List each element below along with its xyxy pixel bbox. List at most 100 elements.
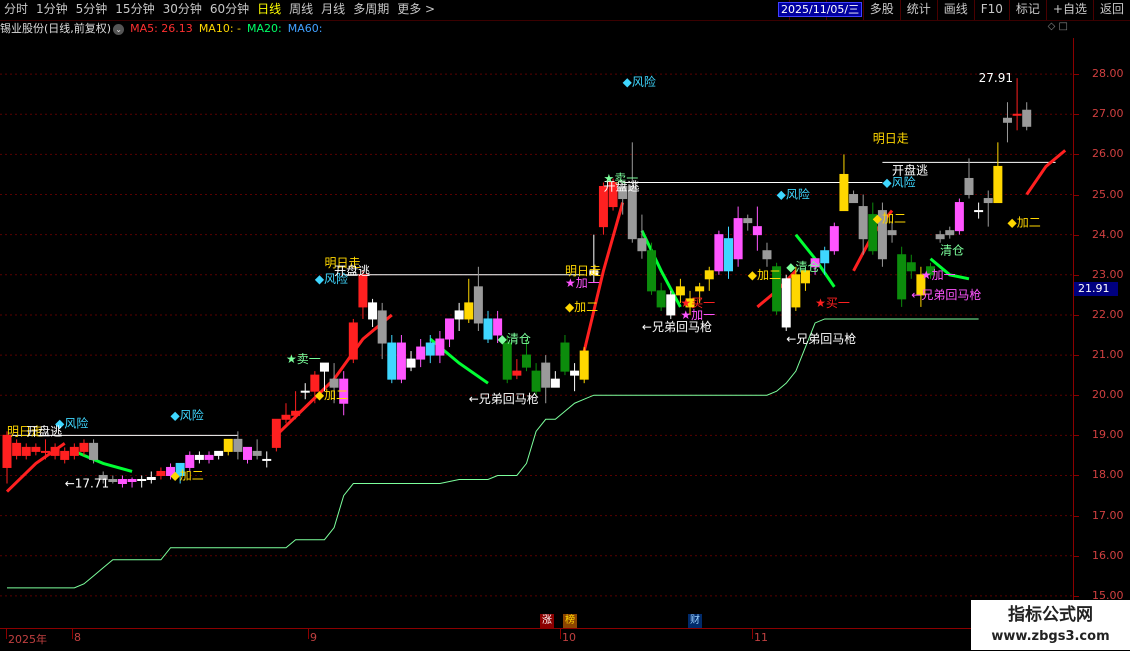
candle-body: [964, 177, 974, 196]
signal-label: 开盘逃: [334, 263, 370, 278]
tool-button-4[interactable]: 画线: [936, 0, 974, 20]
candle-body: [50, 446, 60, 456]
signal-label: ◆清仓: [498, 332, 531, 346]
period-tab-3[interactable]: 15分钟: [111, 0, 158, 20]
candle-body: [550, 378, 560, 388]
signal-label: ◆风险: [777, 187, 810, 202]
candle-body: [849, 194, 859, 204]
candle-body: [839, 173, 849, 212]
candle-body: [156, 470, 166, 476]
period-tab-2[interactable]: 5分钟: [72, 0, 112, 20]
y-tick-label: 20.00: [1092, 388, 1124, 402]
candle-body: [675, 286, 685, 296]
panel-window-icons[interactable]: ◇ □: [1048, 21, 1068, 32]
candle-body: [752, 226, 762, 236]
date-label: 2025年: [8, 633, 47, 646]
signal-label: ←兄弟回马枪: [642, 319, 712, 334]
dropdown-icon[interactable]: ⌄: [113, 23, 125, 35]
candle-body: [300, 390, 310, 393]
y-tick-mark: [1074, 475, 1079, 477]
candle-body: [666, 294, 676, 316]
candle-body: [454, 310, 464, 320]
candle-body: [204, 454, 214, 460]
tool-button-3[interactable]: 统计: [899, 0, 937, 20]
candle-body: [1022, 109, 1032, 127]
date-tick: [560, 629, 561, 639]
period-tab-6[interactable]: 日线: [253, 0, 285, 20]
candle-body: [829, 226, 839, 252]
y-tick-label: 27.00: [1092, 107, 1124, 121]
tool-button-7[interactable]: +自选: [1045, 0, 1093, 20]
candle-body: [252, 450, 262, 456]
candle-body: [348, 322, 358, 360]
downtrend-line: [73, 450, 133, 473]
signal-label: ←兄弟回马枪: [911, 287, 981, 302]
y-tick-mark: [1074, 274, 1079, 276]
cursor-date-label: 2025/11/05/三: [778, 2, 863, 17]
candlestick-chart[interactable]: ◆风险◆风险◆风险◆风险◆风险◆风险明日走明日走明日走明日走开盘逃开盘逃开盘逃开…: [0, 38, 1073, 628]
y-tick-mark: [1074, 114, 1079, 116]
y-tick-mark: [1074, 555, 1079, 557]
candle-body: [695, 286, 705, 292]
event-ranking-icon[interactable]: 榜: [563, 614, 577, 628]
candle-body: [502, 342, 512, 380]
tool-button-8[interactable]: 返回: [1092, 0, 1130, 20]
event-limit-up-icon[interactable]: 涨: [540, 614, 554, 628]
watermark-logo: 指标公式网 www.zbgs3.com: [971, 600, 1130, 650]
date-label: 11: [754, 631, 768, 644]
period-tab-5[interactable]: 60分钟: [206, 0, 253, 20]
candle-body: [445, 318, 455, 340]
signal-label: ←兄弟回马枪: [786, 331, 856, 346]
candle-body: [146, 476, 156, 480]
signal-label: ←兄弟回马枪: [469, 391, 539, 406]
candle-body: [993, 165, 1003, 204]
signal-label: ◆加二: [315, 388, 348, 402]
candle-body: [60, 450, 70, 460]
signal-label: ★卖一: [603, 171, 638, 185]
candle-body: [137, 478, 147, 481]
candle-body: [262, 458, 272, 461]
date-tick: [72, 629, 73, 639]
tool-button-6[interactable]: 标记: [1008, 0, 1046, 20]
period-tab-7[interactable]: 周线: [285, 0, 317, 20]
y-tick-mark: [1074, 154, 1079, 156]
signal-label: ◆清仓: [786, 260, 819, 274]
price-axis: 28.00 27.00 26.00 25.00 24.00 23.00 22.00 21.00…: [1073, 38, 1130, 628]
candle-body: [974, 210, 984, 213]
candle-body: [377, 310, 387, 344]
candle-body: [243, 446, 252, 460]
candle-body: [781, 278, 791, 328]
candle-body: [714, 234, 724, 272]
candle-body: [637, 238, 647, 252]
period-tab-10[interactable]: 更多 >: [393, 0, 439, 20]
period-tab-8[interactable]: 月线: [317, 0, 349, 20]
candle-body: [2, 434, 12, 468]
y-tick-mark: [1074, 74, 1079, 76]
candle-body: [820, 250, 830, 264]
signal-label: 清仓: [940, 244, 964, 258]
y-tick-mark: [1074, 395, 1079, 397]
y-tick-mark: [1074, 355, 1079, 357]
signal-label: ★加一: [921, 268, 956, 282]
candle-body: [647, 250, 657, 292]
period-tab-4[interactable]: 30分钟: [159, 0, 206, 20]
event-finance-icon[interactable]: 财: [688, 614, 702, 628]
candle-body: [531, 370, 541, 392]
signal-label: ◆风险: [171, 407, 204, 422]
period-tab-1[interactable]: 1分钟: [32, 0, 72, 20]
y-tick-label: 17.00: [1092, 508, 1124, 522]
candle-body: [704, 270, 714, 280]
y-tick-label: 23.00: [1092, 267, 1124, 281]
candle-body: [473, 286, 483, 324]
ma60-label: MA60:: [287, 22, 323, 35]
current-price-flag: 21.91: [1074, 282, 1118, 296]
tool-button-2[interactable]: 多股: [862, 0, 900, 20]
tool-button-5[interactable]: F10: [973, 0, 1009, 20]
candle-body: [887, 230, 897, 236]
period-tab-0[interactable]: 分时: [0, 0, 32, 20]
candle-body: [521, 354, 531, 368]
candle-body: [271, 418, 281, 448]
candle-body: [743, 218, 753, 224]
period-tab-9[interactable]: 多周期: [349, 0, 393, 20]
stock-title: 锡业股份(日线,前复权): [0, 22, 112, 35]
